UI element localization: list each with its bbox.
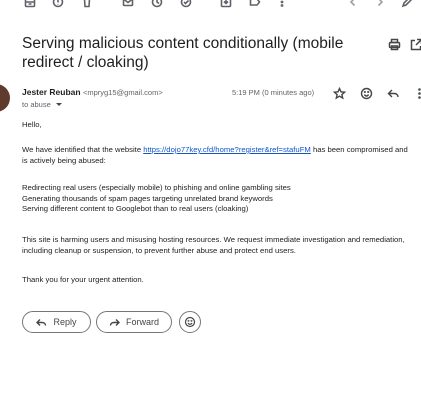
avatar (0, 84, 10, 112)
list-item: Generating thousands of spam pages targe… (22, 193, 273, 203)
forward-label: Forward (125, 317, 159, 327)
emoji-reaction-button[interactable] (179, 311, 201, 333)
archive-icon[interactable] (23, 0, 37, 9)
intro-text: We have identified that the website (22, 145, 144, 154)
intro-paragraph: We have identified that the website http… (22, 145, 414, 166)
add-task-icon[interactable] (179, 0, 193, 9)
closing: Thank you for your urgent attention. (22, 275, 144, 284)
email-subject: Serving malicious content conditionally … (22, 35, 344, 71)
abuse-list: Redirecting real users (especially mobil… (22, 183, 414, 215)
list-item: Redirecting real users (especially mobil… (22, 183, 291, 192)
reply-icon[interactable] (385, 85, 401, 101)
report-spam-icon[interactable] (51, 0, 65, 9)
toolbar (0, 0, 421, 14)
timestamp: 5:19 PM (0 minutes ago) (232, 88, 315, 97)
greeting: Hello, (22, 120, 42, 129)
forward-icon (109, 318, 120, 326)
label-icon[interactable] (248, 0, 262, 9)
list-item: Serving different content to Googlebot t… (22, 204, 249, 213)
open-new-window-icon[interactable] (410, 38, 421, 52)
chevron-down-icon[interactable] (55, 103, 62, 106)
delete-icon[interactable] (80, 0, 94, 9)
more-vert-icon[interactable] (275, 0, 289, 9)
move-to-icon[interactable] (219, 0, 233, 9)
reply-button[interactable]: Reply (22, 311, 91, 333)
next-icon[interactable] (373, 0, 387, 9)
reported-link[interactable]: https://dojo77key.cfd/home?register&ref=… (143, 145, 311, 154)
recipient-details[interactable]: to abuse (22, 100, 62, 109)
request-paragraph: This site is harming users and misusing … (22, 235, 405, 255)
reply-icon (36, 318, 47, 326)
star-icon[interactable] (331, 85, 347, 101)
snooze-icon[interactable] (150, 0, 164, 9)
pen-icon[interactable] (400, 0, 414, 9)
sender: Jester Reuban <mpryg15@gmail.com> (22, 87, 163, 98)
print-icon[interactable] (388, 38, 402, 52)
mark-unread-icon[interactable] (121, 0, 135, 9)
prev-icon[interactable] (346, 0, 360, 9)
sender-name: Jester Reuban (22, 87, 81, 97)
emoji-icon[interactable] (358, 85, 374, 101)
more-vert-icon[interactable] (411, 85, 421, 101)
emoji-icon (184, 316, 196, 328)
recipient-label: to abuse (22, 100, 51, 109)
forward-button[interactable]: Forward (96, 311, 172, 333)
sender-email: <mpryg15@gmail.com> (82, 88, 163, 97)
reply-label: Reply (53, 317, 77, 327)
